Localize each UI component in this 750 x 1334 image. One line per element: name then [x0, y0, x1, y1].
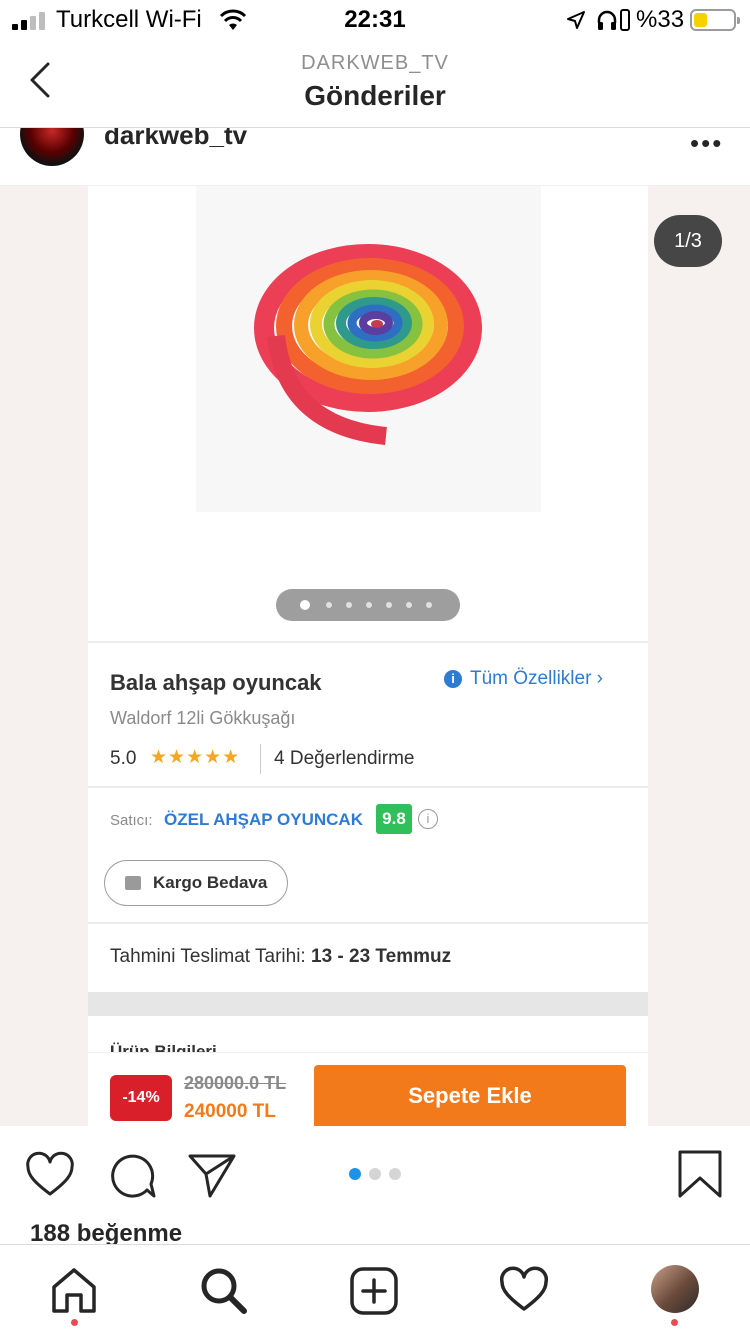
image-pager — [276, 589, 460, 621]
image-counter: 1/3 — [654, 215, 722, 267]
delivery-label: Tahmini Teslimat Tarihi: — [110, 946, 306, 967]
seller-label: Satıcı: — [110, 812, 153, 829]
seller-name: ÖZEL AHŞAP OYUNCAK — [164, 810, 363, 829]
profile-avatar[interactable] — [651, 1265, 699, 1313]
headphones-icon — [597, 10, 617, 30]
nav-subtitle: DARKWEB_TV — [301, 52, 449, 74]
buy-bar: -14% 280000.0 TL 240000 TL Sepete Ekle — [88, 1052, 648, 1126]
all-features-label: Tüm Özellikler — [470, 668, 592, 689]
old-price: 280000.0 TL — [184, 1073, 287, 1093]
battery-percent: %33 — [636, 6, 685, 33]
shipping-label: Kargo Bedava — [153, 873, 268, 892]
new-price: 240000 TL — [184, 1101, 276, 1122]
paper-plane-icon[interactable] — [186, 1150, 238, 1202]
review-count: 4 Değerlendirme — [274, 748, 415, 769]
free-shipping-badge: Kargo Bedava — [104, 860, 288, 906]
more-options-icon[interactable]: ••• — [690, 128, 723, 159]
divider — [260, 744, 261, 774]
rainbow-toy-image — [254, 244, 482, 445]
activity-heart-icon[interactable] — [498, 1265, 550, 1317]
search-icon[interactable] — [198, 1265, 250, 1317]
delivery-dates: 13 - 23 Temmuz — [311, 946, 452, 967]
product-photo — [196, 186, 541, 512]
location-arrow-icon — [567, 11, 585, 29]
seller-score-badge: 9.8 — [376, 804, 412, 834]
heart-icon[interactable] — [24, 1150, 76, 1202]
divider — [88, 786, 648, 788]
post-actions: 188 beğenme — [0, 1126, 750, 1244]
discount-badge: -14% — [110, 1075, 172, 1121]
bookmark-icon[interactable] — [674, 1150, 726, 1202]
product-subtitle: Waldorf 12li Gökkuşağı — [110, 708, 296, 728]
post-image[interactable]: Bala ahşap oyuncak Waldorf 12li Gökkuşağ… — [0, 186, 750, 1126]
orientation-lock-icon — [620, 9, 630, 31]
divider — [88, 641, 648, 643]
tab-bar — [0, 1244, 750, 1334]
author-username[interactable]: darkweb_tv — [104, 128, 247, 151]
notification-dot — [671, 1319, 678, 1326]
notification-dot — [71, 1319, 78, 1326]
comment-icon[interactable] — [106, 1150, 158, 1202]
plus-square-icon[interactable] — [348, 1265, 400, 1317]
status-bar: Turkcell Wi-Fi 22:31 %33 — [0, 0, 750, 40]
info-circle-icon: i — [418, 809, 438, 829]
delivery-estimate: Tahmini Teslimat Tarihi: 13 - 23 Temmuz — [110, 946, 451, 968]
info-icon: i — [444, 670, 462, 688]
like-count[interactable]: 188 beğenme — [30, 1220, 182, 1244]
nav-bar: DARKWEB_TV Gönderiler — [0, 40, 750, 128]
product-screenshot: Bala ahşap oyuncak Waldorf 12li Gökkuşağ… — [88, 186, 648, 1126]
star-rating-icon: ★★★★★ — [150, 747, 241, 768]
divider — [88, 922, 648, 924]
home-icon[interactable] — [48, 1265, 100, 1317]
page-title: Gönderiler — [304, 80, 446, 111]
box-icon — [125, 876, 141, 890]
rating-value: 5.0 — [110, 748, 137, 769]
battery-icon — [690, 9, 740, 31]
author-avatar[interactable] — [20, 128, 84, 166]
section-separator — [88, 992, 648, 1016]
post-header: darkweb_tv ••• — [0, 128, 750, 186]
product-title: Bala ahşap oyuncak — [110, 670, 322, 695]
add-to-cart-button: Sepete Ekle — [314, 1065, 626, 1126]
all-features-link: i Tüm Özellikler › — [444, 668, 603, 690]
carousel-dots — [349, 1168, 409, 1180]
